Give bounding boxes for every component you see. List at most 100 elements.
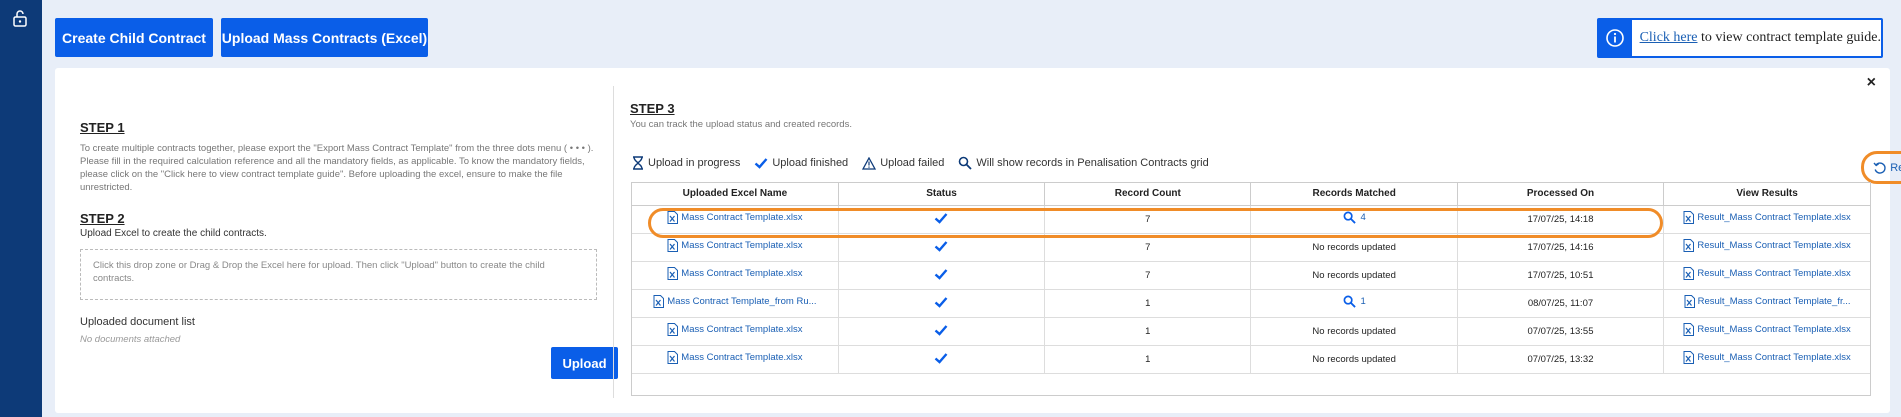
col-view-results[interactable]: View Results	[1663, 183, 1870, 206]
result-file-name: Result_Mass Contract Template_fr...	[1697, 296, 1851, 307]
checkmark-icon	[755, 158, 768, 169]
result-file-link[interactable]: Result_Mass Contract Template.xlsx	[1683, 267, 1851, 280]
records-matched-text: No records updated	[1312, 325, 1396, 337]
legend-show-records-label: Will show records in Penalisation Contra…	[976, 157, 1209, 169]
excel-drop-zone[interactable]: Click this drop zone or Drag & Drop the …	[80, 249, 597, 300]
result-file-link[interactable]: Result_Mass Contract Template.xlsx	[1683, 239, 1851, 252]
uploaded-excel-link[interactable]: Mass Contract Template.xlsx	[667, 323, 803, 336]
excel-file-icon	[653, 295, 665, 308]
result-file-name: Result_Mass Contract Template.xlsx	[1697, 240, 1851, 251]
refresh-button[interactable]: Refresh	[1861, 151, 1901, 184]
step2-title: STEP 2	[80, 211, 125, 226]
grid-header-row: Uploaded Excel Name Status Record Count …	[632, 183, 1870, 206]
excel-file-icon	[1683, 211, 1695, 224]
result-file-link[interactable]: Result_Mass Contract Template.xlsx	[1683, 351, 1851, 364]
legend-finished-label: Upload finished	[772, 157, 849, 169]
step1-title: STEP 1	[80, 120, 125, 135]
table-row: Mass Contract Template.xlsx 7 4 17/07/25, 1…	[632, 205, 1870, 234]
uploaded-documents-heading: Uploaded document list	[80, 316, 195, 328]
records-matched-link[interactable]: 4	[1343, 211, 1366, 224]
uploaded-excel-link[interactable]: Mass Contract Template_from Ru...	[653, 295, 817, 308]
hourglass-icon	[633, 156, 643, 170]
upload-finished-icon	[935, 212, 948, 224]
cell-uploaded-excel: Mass Contract Template.xlsx	[632, 317, 839, 346]
step3-title: STEP 3	[630, 101, 675, 116]
magnifier-icon	[1343, 295, 1356, 308]
close-icon[interactable]: ×	[1867, 74, 1876, 92]
cell-records-matched: 4	[1250, 205, 1458, 234]
cell-records-matched: No records updated	[1250, 261, 1458, 290]
col-processed-on[interactable]: Processed On	[1457, 183, 1665, 206]
legend-finished: Upload finished	[754, 157, 848, 169]
column-divider	[613, 86, 614, 398]
cell-status	[838, 233, 1046, 262]
uploaded-excel-link[interactable]: Mass Contract Template.xlsx	[667, 351, 803, 364]
excel-file-icon	[1683, 267, 1695, 280]
records-matched-link[interactable]: 1	[1343, 295, 1366, 308]
cell-processed-on: 17/07/25, 14:18	[1457, 205, 1665, 234]
table-row: Mass Contract Template_from Ru... 1 1 08/07…	[632, 289, 1870, 318]
upload-finished-icon	[935, 296, 948, 308]
cell-uploaded-excel: Mass Contract Template.xlsx	[632, 233, 839, 262]
template-guide-link[interactable]: Click here	[1640, 30, 1698, 45]
cell-view-results: Result_Mass Contract Template.xlsx	[1663, 261, 1870, 290]
legend-in-progress: Upload in progress	[632, 156, 740, 170]
cell-uploaded-excel: Mass Contract Template.xlsx	[632, 261, 839, 290]
records-matched-count: 1	[1360, 296, 1366, 307]
create-child-contract-button[interactable]: Create Child Contract	[55, 18, 213, 57]
uploaded-excel-link[interactable]: Mass Contract Template.xlsx	[667, 211, 803, 224]
cell-record-count: 1	[1044, 345, 1252, 374]
uploaded-excel-name: Mass Contract Template_from Ru...	[667, 296, 817, 307]
cell-records-matched: No records updated	[1250, 233, 1458, 262]
result-file-name: Result_Mass Contract Template.xlsx	[1697, 268, 1851, 279]
table-row: Mass Contract Template.xlsx 7 No records u…	[632, 233, 1870, 262]
excel-file-icon	[1683, 323, 1695, 336]
result-file-link[interactable]: Result_Mass Contract Template_fr...	[1684, 295, 1851, 308]
col-status[interactable]: Status	[838, 183, 1046, 206]
cell-view-results: Result_Mass Contract Template_fr...	[1663, 289, 1870, 318]
upload-mass-contracts-button[interactable]: Upload Mass Contracts (Excel)	[221, 18, 428, 57]
upload-button[interactable]: Upload	[551, 347, 618, 379]
cell-record-count: 7	[1044, 205, 1252, 234]
legend-show-records: Will show records in Penalisation Contra…	[958, 156, 1209, 170]
col-records-matched[interactable]: Records Matched	[1250, 183, 1458, 206]
unlock-icon[interactable]	[11, 9, 29, 27]
uploaded-excel-name: Mass Contract Template.xlsx	[681, 352, 803, 363]
warning-icon	[862, 156, 877, 170]
cell-view-results: Result_Mass Contract Template.xlsx	[1663, 205, 1870, 234]
excel-file-icon	[1683, 239, 1695, 252]
upload-finished-icon	[935, 352, 948, 364]
uploaded-excel-link[interactable]: Mass Contract Template.xlsx	[667, 239, 803, 252]
excel-file-icon	[667, 323, 679, 336]
table-row: Mass Contract Template.xlsx 7 No records u…	[632, 261, 1870, 290]
status-legend: Upload in progress Upload finished Uploa…	[632, 156, 1223, 170]
cell-processed-on: 07/07/25, 13:32	[1457, 345, 1665, 374]
records-matched-text: No records updated	[1312, 241, 1396, 253]
cell-record-count: 7	[1044, 233, 1252, 262]
magnifier-icon	[1343, 211, 1356, 224]
col-record-count[interactable]: Record Count	[1044, 183, 1252, 206]
col-uploaded-excel-name[interactable]: Uploaded Excel Name	[632, 183, 839, 206]
cell-uploaded-excel: Mass Contract Template.xlsx	[632, 205, 839, 234]
records-matched-text: No records updated	[1312, 353, 1396, 365]
cell-status	[838, 205, 1046, 234]
result-file-link[interactable]: Result_Mass Contract Template.xlsx	[1683, 211, 1851, 224]
step2-instructions: Upload Excel to create the child contrac…	[80, 228, 267, 239]
guide-text: Click here to view contract template gui…	[1632, 30, 1881, 46]
cell-processed-on: 17/07/25, 14:16	[1457, 233, 1665, 262]
cell-status	[838, 289, 1046, 318]
magnifier-icon	[959, 156, 973, 170]
result-file-name: Result_Mass Contract Template.xlsx	[1697, 324, 1851, 335]
cell-status	[838, 345, 1046, 374]
cell-status	[838, 317, 1046, 346]
info-icon	[1599, 20, 1632, 56]
step3-instructions: You can track the upload status and crea…	[630, 119, 852, 130]
table-row: Mass Contract Template.xlsx 1 No records u…	[632, 317, 1870, 346]
cell-record-count: 7	[1044, 261, 1252, 290]
records-matched-text: No records updated	[1312, 269, 1396, 281]
cell-records-matched: No records updated	[1250, 345, 1458, 374]
table-row: Mass Contract Template.xlsx 1 No records u…	[632, 345, 1870, 374]
uploaded-excel-link[interactable]: Mass Contract Template.xlsx	[667, 267, 803, 280]
result-file-link[interactable]: Result_Mass Contract Template.xlsx	[1683, 323, 1851, 336]
grid-body: Mass Contract Template.xlsx 7 4 17/07/25, 1…	[632, 205, 1870, 374]
